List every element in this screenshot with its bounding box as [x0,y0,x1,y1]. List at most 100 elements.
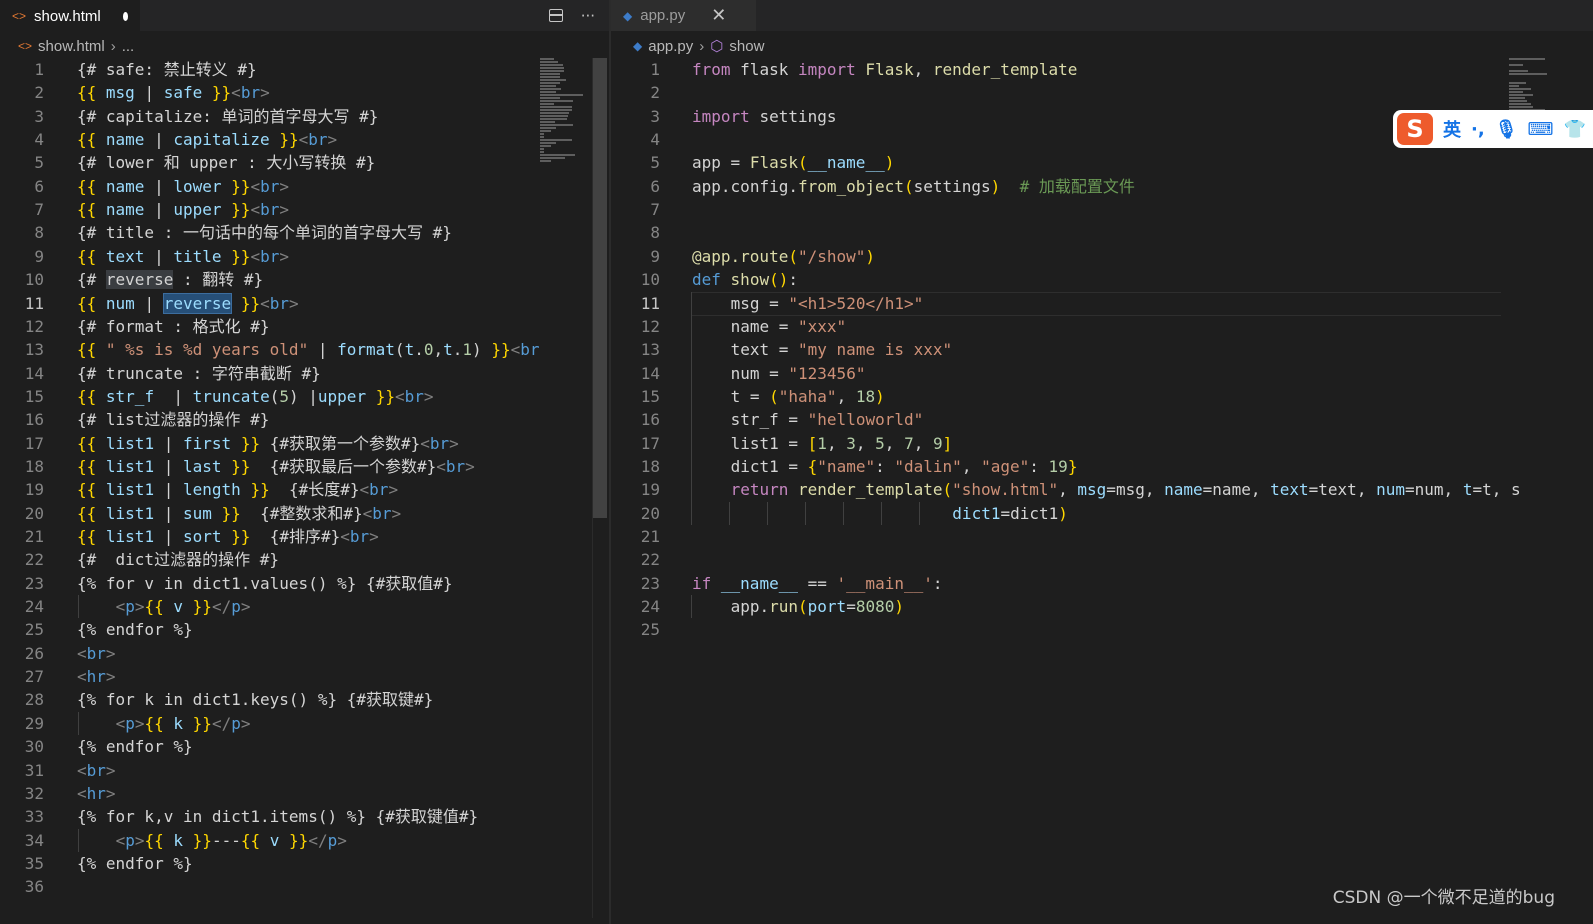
code-line[interactable]: 15 {{ str_f | truncate(5) |upper }}<br> [0,385,609,408]
code-line[interactable]: 12 {# format : 格式化 #} [0,315,609,338]
code-line[interactable]: 21 [611,525,1593,548]
line-number: 2 [34,83,44,103]
code-line[interactable]: 32 <hr> [0,782,609,805]
minimap-line [540,64,564,66]
minimap-line [540,100,574,102]
code-line[interactable]: 10 def show(): [611,268,1593,291]
minimap[interactable] [540,58,592,198]
code-line[interactable]: 1 from flask import Flask, render_templat… [611,58,1593,81]
vertical-scrollbar[interactable] [592,58,607,918]
code-line[interactable]: 26 <br> [0,642,609,665]
code-editor-html[interactable]: 1 {# safe: 禁止转义 #} 2 {{ msg | safe }}<br> 3 {… [0,58,609,924]
code-line[interactable]: 27 <hr> [0,665,609,688]
keyboard-icon[interactable]: ⌨ [1528,119,1554,140]
scrollbar-thumb[interactable] [593,58,607,518]
code-line[interactable]: 18 {{ list1 | last }} {#获取最后一个参数#}<br> [0,455,609,478]
split-editor-icon[interactable] [548,9,563,22]
breadcrumb-file[interactable]: show.html [38,38,105,55]
code-line[interactable]: 29 <p>{{ k }}</p> [0,712,609,735]
line-text: {# format : 格式化 #} [77,316,270,336]
code-line[interactable]: 25 {% endfor %} [0,618,609,641]
code-line[interactable]: 2 {{ msg | safe }}<br> [0,81,609,104]
code-line[interactable]: 5 app = Flask(__name__) [611,151,1593,174]
code-line[interactable]: 23 {% for v in dict1.values() %} {#获取值#} [0,572,609,595]
ime-toolbar: S 英 ·, 🎙 ⌨ 👕 [1393,110,1593,148]
minimap-line [540,103,555,105]
code-line[interactable]: 24 app.run(port=8080) [611,595,1593,618]
code-line[interactable]: 33 {% for k,v in dict1.items() %} {#获取键值#… [0,805,609,828]
code-line[interactable]: 16 str_f = "helloworld" [611,408,1593,431]
code-line[interactable]: 5 {# lower 和 upper : 大小写转换 #} [0,151,609,174]
close-icon[interactable]: ✕ [711,5,726,26]
line-number: 11 [640,293,660,313]
code-line[interactable]: 13 text = "my name is xxx" [611,338,1593,361]
code-line[interactable]: 14 {# truncate : 字符串截断 #} [0,362,609,385]
code-line[interactable]: 19 return render_template("show.html", m… [611,478,1593,501]
unsaved-dot-icon[interactable] [122,11,128,21]
code-line[interactable]: 11 {{ num | reverse }}<br> [0,292,609,315]
punctuation-toggle[interactable]: ·, [1471,119,1485,140]
code-line[interactable]: 23 if __name__ == '__main__': [611,572,1593,595]
code-line[interactable]: 34 <p>{{ k }}---{{ v }}</p> [0,829,609,852]
line-text: {% for v in dict1.values() %} {#获取值#} [77,573,453,593]
mic-icon[interactable]: 🎙 [1495,119,1518,140]
line-number: 7 [34,200,44,220]
code-line[interactable]: 19 {{ list1 | length }} {#长度#}<br> [0,478,609,501]
line-number: 3 [34,106,44,126]
skin-icon[interactable]: 👕 [1564,119,1586,140]
code-line[interactable]: 9 {{ text | title }}<br> [0,245,609,268]
line-text: <p>{{ v }}</p> [115,597,251,617]
tab-app-py[interactable]: ◆ app.py ✕ [611,0,756,31]
code-line[interactable]: 36 [0,875,609,898]
code-line[interactable]: 21 {{ list1 | sort }} {#排序#}<br> [0,525,609,548]
code-line[interactable]: 17 list1 = [1, 3, 5, 7, 9] [611,432,1593,455]
line-text: {% endfor %} [77,737,193,757]
code-line[interactable]: 18 dict1 = {"name": "dalin", "age": 19} [611,455,1593,478]
code-line[interactable]: 9 @app.route("/show") [611,245,1593,268]
line-text: {{ list1 | sort }} {#排序#}<br> [77,527,379,546]
minimap-line [540,97,560,99]
code-line[interactable]: 12 name = "xxx" [611,315,1593,338]
code-line[interactable]: 25 [611,618,1593,641]
code-line[interactable]: 7 [611,198,1593,221]
input-mode-toggle[interactable]: 英 [1443,116,1461,142]
code-line[interactable]: 7 {{ name | upper }}<br> [0,198,609,221]
code-line[interactable]: 15 t = ("haha", 18) [611,385,1593,408]
line-text: {# truncate : 字符串截断 #} [77,363,321,383]
line-number: 20 [640,503,660,523]
code-line[interactable]: 8 [611,221,1593,244]
code-line[interactable]: 6 app.config.from_object(settings) # 加载配置… [611,175,1593,198]
code-line[interactable]: 13 {{ " %s is %d years old" | format(t.0,… [0,338,609,361]
code-line[interactable]: 22 [611,548,1593,571]
indent-guide [881,501,882,525]
code-line[interactable]: 4 {{ name | capitalize }}<br> [0,128,609,151]
code-line[interactable]: 35 {% endfor %} [0,852,609,875]
code-line[interactable]: 2 [611,81,1593,104]
code-line[interactable]: 20 {{ list1 | sum }} {#整数求和#}<br> [0,502,609,525]
code-line[interactable]: 31 <br> [0,759,609,782]
sogou-logo-icon[interactable]: S [1397,113,1433,145]
code-line[interactable]: 8 {# title : 一句话中的每个单词的首字母大写 #} [0,221,609,244]
minimap-line [540,106,572,108]
code-line[interactable]: 24 <p>{{ v }}</p> [0,595,609,618]
breadcrumb-tail[interactable]: ... [122,38,135,55]
code-line[interactable]: 17 {{ list1 | first }} {#获取第一个参数#}<br> [0,432,609,455]
code-line[interactable]: 28 {% for k in dict1.keys() %} {#获取键#} [0,688,609,711]
code-line[interactable]: 1 {# safe: 禁止转义 #} [0,58,609,81]
tab-show-html[interactable]: <> show.html [0,0,140,31]
code-line[interactable]: 22 {# dict过滤器的操作 #} [0,548,609,571]
code-line[interactable]: 10 {# reverse : 翻转 #} [0,268,609,291]
code-line[interactable]: 30 {% endfor %} [0,735,609,758]
breadcrumb-symbol[interactable]: show [729,38,764,55]
code-line[interactable]: 14 num = "123456" [611,362,1593,385]
line-number: 27 [24,667,44,687]
more-actions-icon[interactable]: ··· [581,7,595,25]
line-text: {{ list1 | last }} {#获取最后一个参数#}<br> [77,456,475,476]
code-line[interactable]: 20 dict1=dict1) [611,502,1593,525]
breadcrumb-file[interactable]: app.py [648,38,693,55]
code-line[interactable]: 16 {# list过滤器的操作 #} [0,408,609,431]
code-editor-python[interactable]: 1 from flask import Flask, render_templat… [611,58,1593,924]
tab-label: show.html [34,7,101,25]
code-line[interactable]: 6 {{ name | lower }}<br> [0,175,609,198]
code-line[interactable]: 3 {# capitalize: 单词的首字母大写 #} [0,105,609,128]
